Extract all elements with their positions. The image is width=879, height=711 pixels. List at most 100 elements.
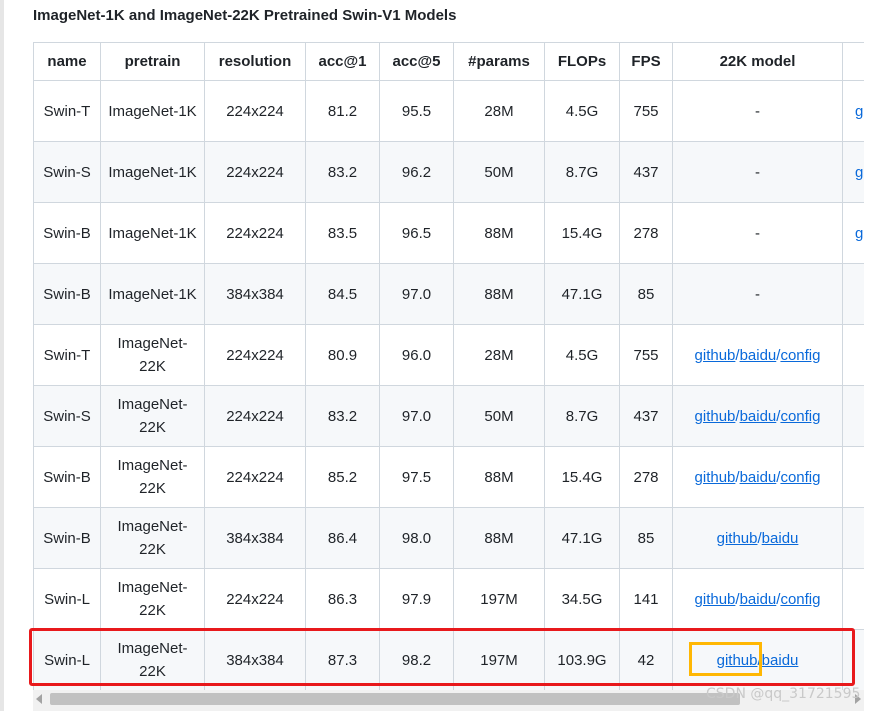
cell-acc5: 97.5 [379, 446, 454, 508]
cell-pretrain: ImageNet-22K [100, 324, 205, 386]
col-header-acc5: acc@5 [379, 42, 454, 81]
link-baidu[interactable]: baidu [762, 530, 799, 547]
cell-pretrain: ImageNet-22K [100, 385, 205, 447]
cell-flops: 47.1G [544, 507, 620, 569]
cell-22k-model: github/baidu [672, 507, 843, 569]
cell-acc1: 87.3 [305, 629, 380, 690]
link-config[interactable]: config [780, 469, 820, 486]
cell-22k-model: - [672, 202, 843, 264]
link-github[interactable]: github [695, 469, 736, 486]
cell-params: 88M [453, 202, 545, 264]
col-header-name: name [33, 42, 101, 81]
cell-flops: 103.9G [544, 629, 620, 690]
cell-22k-model: github/baidu/config [672, 568, 843, 630]
link-config[interactable]: config [780, 347, 820, 364]
cell-fps: 755 [619, 80, 673, 142]
cell-pretrain: ImageNet-22K [100, 568, 205, 630]
cell-resolution: 224x224 [204, 80, 306, 142]
table-row: Swin-B ImageNet-22K 384x384 86.4 98.0 88M 47.1… [33, 507, 864, 569]
cell-clipped-link [842, 507, 864, 569]
cell-flops: 15.4G [544, 202, 620, 264]
cell-name: Swin-T [33, 80, 101, 142]
cell-acc1: 83.2 [305, 385, 380, 447]
cell-fps: 437 [619, 141, 673, 203]
cell-clipped-link [842, 324, 864, 386]
cell-acc1: 81.2 [305, 80, 380, 142]
cell-22k-model: - [672, 141, 843, 203]
cell-pretrain: ImageNet-1K [100, 202, 205, 264]
cell-flops: 8.7G [544, 385, 620, 447]
cell-resolution: 224x224 [204, 446, 306, 508]
link-baidu[interactable]: baidu [762, 652, 799, 669]
cell-flops: 15.4G [544, 446, 620, 508]
cell-acc5: 98.2 [379, 629, 454, 690]
left-border [0, 0, 4, 711]
table-row: Swin-S ImageNet-1K 224x224 83.2 96.2 50M 8.7G 4… [33, 141, 864, 203]
link-baidu[interactable]: baidu [740, 347, 777, 364]
cell-22k-model: - [672, 263, 843, 325]
cell-acc1: 86.4 [305, 507, 380, 569]
cell-resolution: 224x224 [204, 385, 306, 447]
link-baidu[interactable]: baidu [740, 469, 777, 486]
cell-pretrain: ImageNet-1K [100, 141, 205, 203]
link-github[interactable]: github [717, 652, 758, 669]
cell-params: 50M [453, 385, 545, 447]
cell-acc5: 96.0 [379, 324, 454, 386]
link-github[interactable]: github [695, 591, 736, 608]
cell-clipped-link[interactable]: g [842, 80, 864, 142]
table-viewport[interactable]: name pretrain resolution acc@1 acc@5 #pa… [33, 42, 864, 690]
section-title: ImageNet-1K and ImageNet-22K Pretrained … [33, 7, 457, 24]
watermark: CSDN @qq_31721595 [706, 686, 861, 702]
cell-clipped-link [842, 568, 864, 630]
cell-acc5: 95.5 [379, 80, 454, 142]
link-github[interactable]: github [717, 530, 758, 547]
table-row: Swin-L ImageNet-22K 224x224 86.3 97.9 197M 34.… [33, 568, 864, 630]
cell-fps: 437 [619, 385, 673, 447]
models-table: name pretrain resolution acc@1 acc@5 #pa… [33, 42, 864, 690]
col-header-fps: FPS [619, 42, 673, 81]
cell-resolution: 224x224 [204, 568, 306, 630]
cell-acc5: 96.2 [379, 141, 454, 203]
cell-22k-model: - [672, 80, 843, 142]
table-row: Swin-B ImageNet-1K 224x224 83.5 96.5 88M 15.4G… [33, 202, 864, 264]
link-baidu[interactable]: baidu [740, 591, 777, 608]
cell-clipped-link [842, 263, 864, 325]
cell-clipped-link [842, 385, 864, 447]
cell-pretrain: ImageNet-1K [100, 263, 205, 325]
cell-pretrain: ImageNet-22K [100, 629, 205, 690]
cell-flops: 4.5G [544, 80, 620, 142]
col-header-acc1: acc@1 [305, 42, 380, 81]
cell-resolution: 224x224 [204, 324, 306, 386]
cell-name: Swin-T [33, 324, 101, 386]
cell-fps: 85 [619, 507, 673, 569]
cell-flops: 47.1G [544, 263, 620, 325]
cell-clipped-link[interactable]: g [842, 141, 864, 203]
col-header-resolution: resolution [204, 42, 306, 81]
cell-params: 28M [453, 80, 545, 142]
cell-22k-model: github/baidu [672, 629, 843, 690]
cell-acc5: 97.9 [379, 568, 454, 630]
cell-name: Swin-B [33, 446, 101, 508]
link-github[interactable]: github [695, 347, 736, 364]
scrollbar-thumb[interactable] [50, 693, 740, 705]
table-row: Swin-T ImageNet-1K 224x224 81.2 95.5 28M 4.5G 7… [33, 80, 864, 142]
cell-fps: 85 [619, 263, 673, 325]
link-config[interactable]: config [780, 408, 820, 425]
cell-params: 197M [453, 629, 545, 690]
cell-params: 197M [453, 568, 545, 630]
cell-clipped-link[interactable]: g [842, 202, 864, 264]
cell-resolution: 224x224 [204, 202, 306, 264]
cell-clipped-link [842, 629, 864, 690]
cell-fps: 141 [619, 568, 673, 630]
table-row: Swin-B ImageNet-22K 224x224 85.2 97.5 88M 15.4… [33, 446, 864, 508]
table-row: Swin-T ImageNet-22K 224x224 80.9 96.0 28M 4.5G… [33, 324, 864, 386]
cell-resolution: 384x384 [204, 263, 306, 325]
link-baidu[interactable]: baidu [740, 408, 777, 425]
cell-pretrain: ImageNet-1K [100, 80, 205, 142]
scroll-left-arrow-icon[interactable] [36, 694, 42, 704]
cell-resolution: 384x384 [204, 507, 306, 569]
link-config[interactable]: config [780, 591, 820, 608]
cell-acc1: 86.3 [305, 568, 380, 630]
link-github[interactable]: github [695, 408, 736, 425]
cell-fps: 42 [619, 629, 673, 690]
